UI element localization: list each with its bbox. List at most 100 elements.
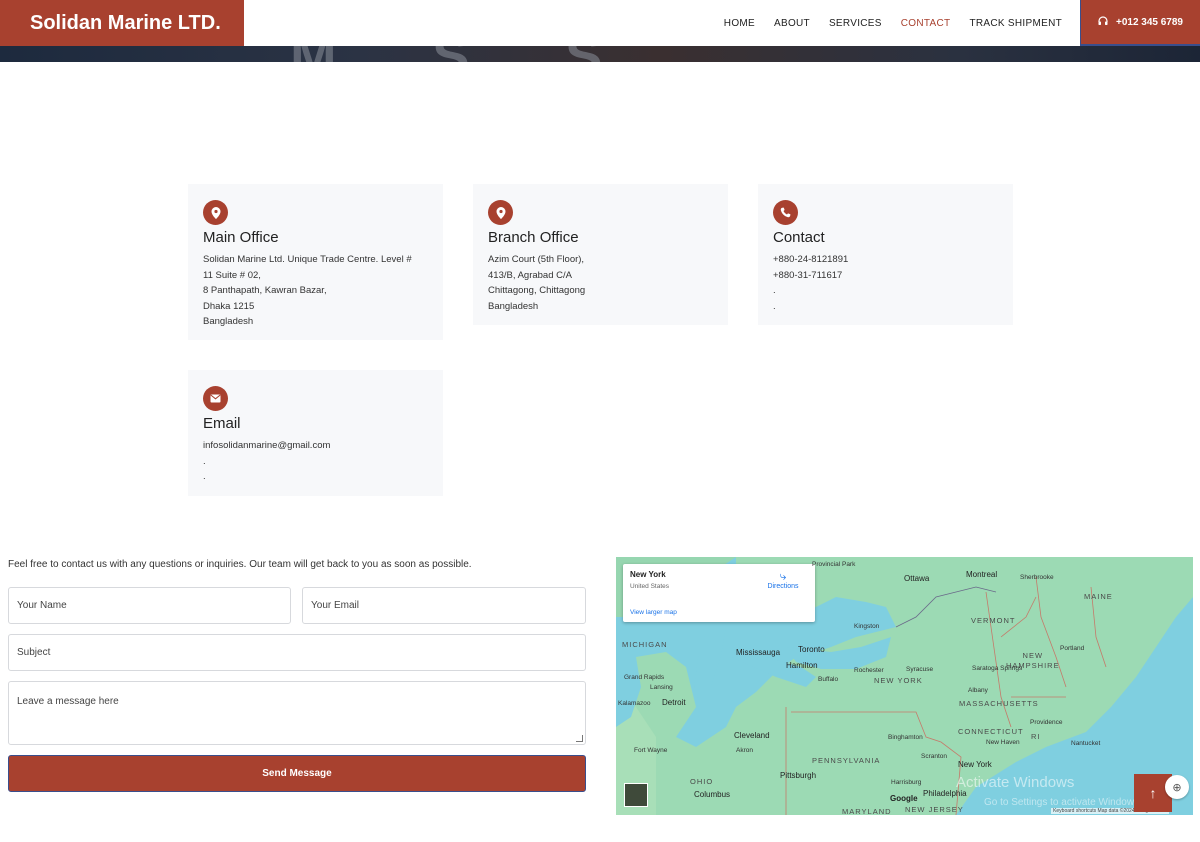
map-label: NEW JERSEY: [905, 805, 964, 814]
main-office-line: 11 Suite # 02,: [203, 269, 261, 281]
map-label: OHIO: [690, 777, 714, 786]
nav-menu: HOME ABOUT SERVICES CONTACT TRACK SHIPME…: [724, 0, 1062, 46]
map-label: Scranton: [921, 753, 948, 760]
form-intro-text: Feel free to contact us with any questio…: [8, 559, 472, 570]
map-label: CONNECTICUT: [958, 727, 1024, 736]
nav-track-shipment[interactable]: TRACK SHIPMENT: [969, 18, 1062, 29]
contact-phone[interactable]: +880-24-8121891: [773, 252, 998, 268]
map-pin-icon: [488, 200, 513, 225]
google-map[interactable]: New York United States View larger map ⤷…: [616, 557, 1193, 815]
email-line: .: [203, 471, 206, 482]
contact-line: .: [773, 300, 776, 312]
main-office-line: 8 Panthapath, Kawran Bazar,: [203, 285, 327, 296]
nav-services[interactable]: SERVICES: [829, 18, 882, 29]
map-label: MARYLAND: [842, 807, 892, 815]
message-field[interactable]: Leave a message here: [8, 681, 586, 745]
map-label: New Haven: [986, 739, 1020, 746]
map-info-card: New York United States View larger map ⤷…: [623, 564, 815, 622]
main-office-line: Solidan Marine Ltd. Unique Trade Centre.…: [203, 254, 412, 265]
subject-placeholder: Subject: [17, 647, 51, 658]
contact-phone[interactable]: +880-31-711617: [773, 268, 998, 284]
email-line: .: [203, 455, 206, 467]
map-label: Sherbrooke: [1020, 574, 1054, 581]
branch-office-line: Chittagong, Chittagong: [488, 285, 586, 296]
contact-line: .: [773, 285, 776, 296]
map-label: Albany: [968, 687, 988, 694]
map-label: Mississauga: [736, 648, 781, 657]
directions-label: Directions: [767, 583, 799, 590]
map-label: Buffalo: [818, 676, 839, 683]
map-label: Ottawa: [904, 574, 930, 583]
map-label: VERMONT: [971, 616, 1016, 625]
map-label: Nantucket: [1071, 740, 1101, 747]
main-office-title: Main Office: [203, 229, 279, 246]
map-label: Hamilton: [786, 661, 818, 670]
brand-name[interactable]: Solidan Marine LTD.: [30, 12, 221, 35]
view-larger-map-link[interactable]: View larger map: [630, 609, 677, 616]
map-label: Lansing: [650, 684, 673, 691]
map-label: Toronto: [798, 645, 825, 654]
envelope-icon: [203, 386, 228, 411]
google-logo: Google: [890, 794, 918, 803]
nav-about[interactable]: ABOUT: [774, 18, 810, 29]
map-label: Grand Rapids: [624, 674, 665, 681]
nav-home[interactable]: HOME: [724, 18, 755, 29]
email-address[interactable]: infosolidanmarine@gmail.com: [203, 438, 428, 454]
map-label: Fort Wayne: [634, 747, 668, 754]
map-label: Akron: [736, 747, 753, 754]
directions-icon: ⤷: [779, 569, 787, 583]
arrow-up-icon: ↑: [1149, 785, 1157, 801]
map-label: MICHIGAN: [622, 640, 668, 649]
map-label: Provincial Park: [812, 561, 856, 568]
navbar: Solidan Marine LTD. HOME ABOUT SERVICES …: [0, 0, 1200, 46]
activate-windows-watermark: Activate Windows: [956, 774, 1075, 791]
map-label: Portland: [1060, 645, 1085, 652]
contact-title: Contact: [773, 229, 825, 246]
map-label: Kalamazoo: [618, 700, 651, 707]
map-label: PENNSYLVANIA: [812, 756, 881, 765]
resize-handle[interactable]: [576, 735, 583, 742]
map-label: Syracuse: [906, 666, 934, 673]
directions-button[interactable]: ⤷ Directions: [763, 569, 803, 591]
phone-icon: [773, 200, 798, 225]
activate-windows-sub: Go to Settings to activate Windows.: [984, 797, 1142, 808]
map-label: Detroit: [662, 698, 686, 707]
map-pin-icon: [203, 200, 228, 225]
nav-contact[interactable]: CONTACT: [901, 18, 951, 29]
email-field[interactable]: Your Email: [302, 587, 586, 624]
map-label: New York: [958, 760, 992, 769]
email-title: Email: [203, 415, 241, 432]
phone-number: +012 345 6789: [1115, 16, 1183, 28]
contact-card: Contact +880-24-8121891 +880-31-711617 .…: [758, 184, 1013, 325]
map-label: Binghamton: [888, 734, 923, 741]
map-label: Saratoga Springs: [972, 665, 1023, 672]
headphones-icon: [1098, 15, 1108, 29]
send-message-button[interactable]: Send Message: [8, 755, 586, 792]
map-label: Rochester: [854, 667, 884, 674]
compass-icon[interactable]: ⊕: [1165, 775, 1189, 799]
email-placeholder: Your Email: [311, 600, 359, 611]
message-placeholder: Leave a message here: [17, 696, 119, 707]
main-office-line: Bangladesh: [203, 316, 254, 327]
map-label: Harrisburg: [891, 779, 922, 786]
branch-office-card: Branch Office Azim Court (5th Floor), 41…: [473, 184, 728, 325]
map-label: MAINE: [1084, 592, 1113, 601]
map-label: RI: [1031, 732, 1041, 741]
branch-office-line: 413/B, Agrabad C/A: [488, 269, 572, 281]
map-label: NEW YORK: [874, 676, 923, 685]
name-placeholder: Your Name: [17, 600, 67, 611]
branch-office-line: Bangladesh: [488, 300, 539, 312]
branch-office-title: Branch Office: [488, 229, 579, 246]
name-field[interactable]: Your Name: [8, 587, 291, 624]
map-label: Kingston: [854, 623, 880, 630]
map-label: Montreal: [966, 570, 998, 579]
map-type-toggle[interactable]: [624, 783, 648, 807]
map-label: Pittsburgh: [780, 771, 817, 780]
main-office-card: Main Office Solidan Marine Ltd. Unique T…: [188, 184, 443, 340]
brand-logo[interactable]: Solidan Marine LTD.: [0, 0, 244, 46]
map-label: Columbus: [694, 790, 731, 799]
main-office-line: Dhaka 1215: [203, 300, 255, 312]
subject-field[interactable]: Subject: [8, 634, 586, 671]
map-label: Providence: [1030, 719, 1063, 726]
phone-button[interactable]: +012 345 6789: [1080, 0, 1200, 46]
